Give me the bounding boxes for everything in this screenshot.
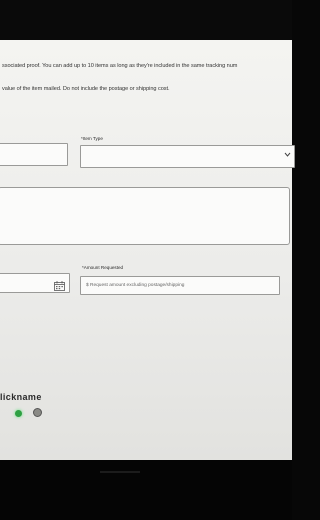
amount-requested-label: *Amount Requested — [82, 265, 124, 270]
monitor-bezel-seam — [100, 471, 140, 473]
status-grey-icon — [33, 408, 42, 417]
date-field[interactable] — [0, 273, 70, 293]
status-green-icon — [15, 410, 22, 417]
calendar-icon[interactable] — [54, 278, 65, 291]
instructions-line-1: ssociated proof. You can add up to 10 it… — [2, 63, 238, 69]
monitor-bottom-bezel — [0, 460, 292, 520]
amount-requested-input[interactable]: $ Request amount excluding postage/shipp… — [80, 276, 280, 295]
chevron-down-icon — [284, 151, 291, 158]
amount-placeholder: $ Request amount excluding postage/shipp… — [86, 283, 185, 288]
nickname-label: lickname — [0, 392, 42, 402]
item-description-textarea[interactable] — [0, 187, 290, 245]
item-field-left[interactable] — [0, 143, 68, 166]
item-type-label: *Item Type — [81, 136, 103, 141]
instructions-line-2: value of the item mailed. Do not include… — [2, 86, 170, 92]
monitor-top-bezel — [0, 0, 292, 40]
browser-screen — [0, 40, 292, 460]
item-type-select[interactable] — [80, 145, 295, 168]
